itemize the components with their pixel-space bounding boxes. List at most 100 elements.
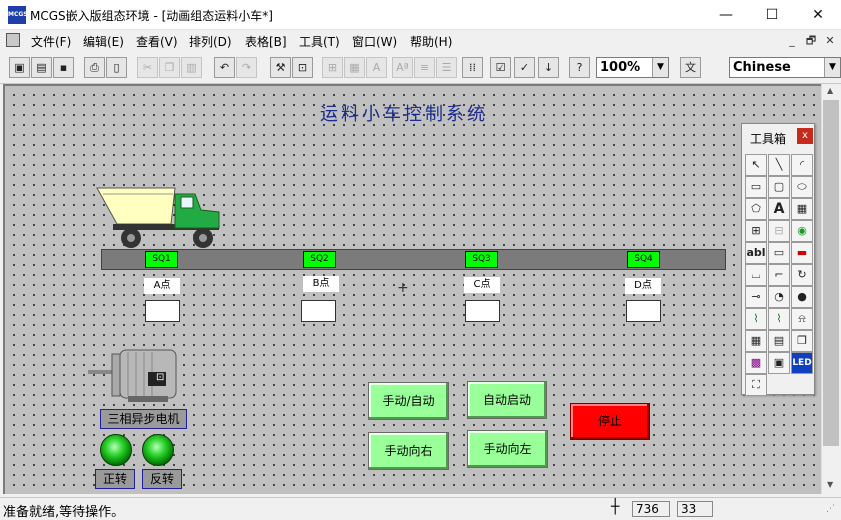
sort-icon[interactable]: ↓ <box>538 57 559 78</box>
font-size-icon[interactable]: Aª <box>392 57 413 78</box>
chevron-down-icon[interactable]: ▼ <box>824 58 840 77</box>
subwindow-icon[interactable]: ❐ <box>791 330 813 352</box>
motor-label[interactable]: 三相异步电机 <box>100 409 187 429</box>
sensor-sq4[interactable]: SQ4 <box>627 251 660 268</box>
rectangle-icon[interactable]: ▭ <box>745 176 767 198</box>
bitmap-icon[interactable]: ▦ <box>791 198 813 220</box>
sensor-sq1[interactable]: SQ1 <box>145 251 178 268</box>
stop-button[interactable]: 停止 <box>570 403 650 440</box>
point-a-indicator[interactable] <box>145 300 180 322</box>
redo-icon[interactable]: ↷ <box>236 57 257 78</box>
insert-component-icon[interactable]: ⊞ <box>745 220 767 242</box>
auto-start-button[interactable]: 自动启动 <box>467 381 547 419</box>
manual-auto-button[interactable]: 手动/自动 <box>368 382 449 420</box>
rotate-icon[interactable]: ↻ <box>791 264 813 286</box>
open-icon[interactable]: ▤ <box>31 57 52 78</box>
paste-icon[interactable]: ▥ <box>181 57 202 78</box>
mdi-close-button[interactable]: ✕ <box>822 33 838 48</box>
point-c-indicator[interactable] <box>465 300 500 322</box>
frame-icon[interactable]: ⊡ <box>292 57 313 78</box>
forward-label[interactable]: 正转 <box>95 469 135 489</box>
line-width-icon[interactable]: ☰ <box>436 57 457 78</box>
fill-color-icon[interactable]: ▦ <box>344 57 365 78</box>
polygon-icon[interactable]: ⬠ <box>745 198 767 220</box>
mdi-restore-button[interactable]: 🗗 <box>803 33 819 48</box>
point-b-indicator[interactable] <box>301 300 336 322</box>
table-icon[interactable]: ▦ <box>745 330 767 352</box>
sensor-sq2[interactable]: SQ2 <box>303 251 336 268</box>
gauge-icon[interactable]: ◔ <box>768 286 790 308</box>
zoom-select[interactable]: 100% ▼ <box>596 57 669 78</box>
reverse-label[interactable]: 反转 <box>142 469 182 489</box>
tools-icon[interactable]: ⚒ <box>270 57 291 78</box>
help-pointer-icon[interactable]: ? <box>569 57 590 78</box>
menu-table[interactable]: 表格[B] <box>245 33 287 50</box>
recipe-icon[interactable]: ▣ <box>768 352 790 374</box>
ellipse-icon[interactable]: ⬭ <box>791 176 813 198</box>
step-line-icon[interactable]: ⌐ <box>768 264 790 286</box>
check-icon[interactable]: ✓ <box>514 57 535 78</box>
indicator-lights-icon[interactable]: ● <box>791 286 813 308</box>
menu-arrange[interactable]: 排列(D) <box>189 33 232 50</box>
data-table-icon[interactable]: ▤ <box>768 330 790 352</box>
print-preview-icon[interactable]: ▯ <box>106 57 127 78</box>
resize-grip-icon[interactable]: ⋰ <box>826 504 835 514</box>
led-display-icon[interactable]: LED <box>791 352 813 374</box>
font-icon[interactable]: A <box>366 57 387 78</box>
line-style-icon[interactable]: ≡ <box>414 57 435 78</box>
menu-window[interactable]: 窗口(W) <box>352 33 397 50</box>
language-select[interactable]: Chinese ▼ <box>729 57 841 78</box>
point-b-label: B点 <box>303 276 339 292</box>
menu-edit[interactable]: 编辑(E) <box>83 33 124 50</box>
pointer-icon[interactable]: ↖ <box>745 154 767 176</box>
menu-bar: 文件(F) 编辑(E) 查看(V) 排列(D) 表格[B] 工具(T) 窗口(W… <box>0 30 841 52</box>
history-chart-icon[interactable]: ⌇ <box>768 308 790 330</box>
text-icon[interactable]: A <box>768 198 790 220</box>
scroll-down-icon[interactable]: ▼ <box>827 480 833 489</box>
animation-button-icon[interactable]: ▬ <box>791 242 813 264</box>
grid-icon[interactable]: ⁞⁞ <box>462 57 483 78</box>
line-icon[interactable]: ╲ <box>768 154 790 176</box>
manual-left-button[interactable]: 手动向左 <box>467 430 548 468</box>
maximize-button[interactable]: ☐ <box>749 0 795 30</box>
image-icon[interactable]: ⛶ <box>745 374 767 396</box>
close-button[interactable]: ✕ <box>795 0 841 30</box>
language-icon[interactable]: 文 <box>680 57 701 78</box>
document-icon[interactable] <box>6 33 20 47</box>
save-icon[interactable]: ▪ <box>53 57 74 78</box>
print-icon[interactable]: ⎙ <box>84 57 105 78</box>
save-element-icon[interactable]: ⊟ <box>768 220 790 242</box>
undo-icon[interactable]: ↶ <box>214 57 235 78</box>
trend-chart-icon[interactable]: ⌇ <box>745 308 767 330</box>
chevron-down-icon[interactable]: ▼ <box>652 58 668 77</box>
copy-icon[interactable]: ❐ <box>159 57 180 78</box>
scroll-up-icon[interactable]: ▲ <box>827 86 833 95</box>
status-bar: 准备就绪,等待操作。 ┼ 736 33 ⋰ <box>0 497 841 520</box>
new-window-icon[interactable]: ▣ <box>9 57 30 78</box>
alarm-icon[interactable]: ⍾ <box>791 308 813 330</box>
align-icon[interactable]: ⊞ <box>322 57 343 78</box>
mdi-minimize-button[interactable]: _ <box>784 33 800 48</box>
label-icon[interactable]: abl <box>745 242 767 264</box>
menu-tools[interactable]: 工具(T) <box>299 33 340 50</box>
slider-icon[interactable]: ⊸ <box>745 286 767 308</box>
properties-icon[interactable]: ☑ <box>490 57 511 78</box>
reverse-indicator-lamp[interactable] <box>142 434 174 466</box>
arc-icon[interactable]: ◜ <box>791 154 813 176</box>
menu-view[interactable]: 查看(V) <box>136 33 178 50</box>
forward-indicator-lamp[interactable] <box>100 434 132 466</box>
toolbox-close-button[interactable]: x <box>797 128 813 144</box>
cut-icon[interactable]: ✂ <box>137 57 158 78</box>
point-d-indicator[interactable] <box>626 300 661 322</box>
menu-help[interactable]: 帮助(H) <box>410 33 452 50</box>
manual-right-button[interactable]: 手动向右 <box>368 432 449 470</box>
rounded-rect-icon[interactable]: ▢ <box>768 176 790 198</box>
minimize-button[interactable]: — <box>703 0 749 30</box>
menu-file[interactable]: 文件(F) <box>31 33 71 50</box>
scrollbar-thumb[interactable] <box>823 100 839 446</box>
standard-button-icon[interactable]: ⌴ <box>745 264 767 286</box>
sensor-sq3[interactable]: SQ3 <box>465 251 498 268</box>
flow-block-icon[interactable]: ◉ <box>791 220 813 242</box>
curve-icon[interactable]: ▩ <box>745 352 767 374</box>
input-box-icon[interactable]: ▭ <box>768 242 790 264</box>
